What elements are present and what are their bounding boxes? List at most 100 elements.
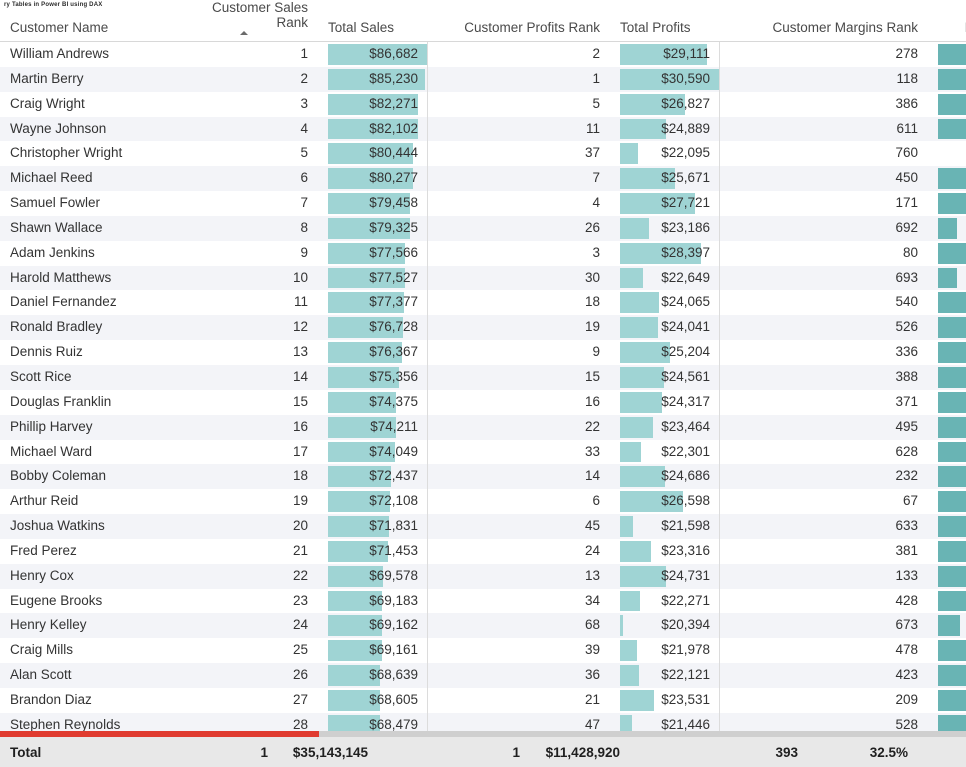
cell-total-profits: $22,649 [610,265,730,291]
cell-customer-profits-rank: 15 [438,364,610,390]
header-row: Customer Name Customer Sales Rank Total … [0,0,966,42]
column-header-profit-margins[interactable]: Profit Margins [928,0,966,42]
table-row[interactable]: Brandon Diaz27 $68,605 21 $23,531 209 34.3% [0,687,966,713]
cell-customer-name: Henry Kelley [0,613,170,639]
cell-total-profits-value: $24,889 [661,120,710,136]
cell-total-profits: $23,316 [610,538,730,564]
cell-total-sales: $69,161 [318,638,438,664]
cell-customer-margins-rank: 478 [730,638,928,664]
table-row[interactable]: Bobby Coleman18 $72,437 14 $24,686 232 34.1% [0,464,966,490]
cell-profit-margins-value: 36.9% [938,489,966,514]
table-row[interactable]: Joshua Watkins20 $71,831 45 $21,598 633 30.1% [0,514,966,539]
cell-profit-margins: 30.1% [928,514,966,539]
cell-customer-sales-rank: 12 [170,315,318,341]
cell-customer-margins-rank: 495 [730,414,928,440]
table-row[interactable]: Ronald Bradley12 $76,728 19 $24,041 526 31.3% [0,315,966,341]
cell-customer-name: Adam Jenkins [0,240,170,266]
cell-customer-profits-rank: 6 [438,489,610,515]
table-row[interactable]: Arthur Reid19 $72,108 6 $26,598 67 36.9% [0,489,966,515]
table-body: William Andrews1$86,6822$29,11127833.6%M… [0,41,966,763]
cell-profit-margins: 34.3% [928,687,966,713]
cell-total-sales-value: $77,377 [369,294,418,310]
column-header-customer-profits-rank[interactable]: Customer Profits Rank [438,0,610,42]
cell-total-profits-value: $28,397 [661,244,710,260]
cell-customer-margins-rank: 336 [730,340,928,365]
cell-profit-margins: 34.1% [928,464,966,490]
table-row[interactable]: Scott Rice14 $75,356 15 $24,561 388 32.6% [0,364,966,390]
table-row[interactable]: Henry Kelley24 $69,162 68 $20,394 673 29.5% [0,613,966,639]
cell-customer-sales-rank: 5 [170,141,318,167]
cell-total-profits-value: $22,121 [661,667,710,683]
cell-customer-profits-rank: 4 [438,191,610,216]
table-row[interactable]: Henry Cox22 $69,578 13 $24,731 133 35.5% [0,563,966,589]
cell-total-sales-value: $72,108 [369,493,418,509]
cell-customer-profits-rank: 68 [438,613,610,639]
table-row[interactable]: Daniel Fernandez11 $77,377 18 $24,065 540 31.… [0,290,966,316]
cell-total-sales: $80,277 [318,166,438,192]
cell-customer-name: Phillip Harvey [0,414,170,440]
table-row[interactable]: William Andrews1 $86,682 2 $29,111 278 33.6% [0,41,966,67]
table-row[interactable]: Harold Matthews10 $77,527 30 $22,649 693 29.2… [0,265,966,291]
total-customer-profits-rank: 1 [512,744,520,760]
column-header-customer-margins-rank[interactable]: Customer Margins Rank [730,0,928,42]
table-row[interactable]: Fred Perez21 $71,453 24 $23,316 381 32.6% [0,538,966,564]
table-row[interactable]: Craig Wright3 $82,271 5 $26,827 386 32.6% [0,91,966,117]
cell-total-sales-value: $79,458 [369,195,418,211]
cell-total-sales: $74,375 [318,389,438,415]
cell-customer-name: Samuel Fowler [0,191,170,216]
cell-customer-margins-rank: 760 [730,141,928,167]
cell-customer-name: Michael Ward [0,439,170,465]
cell-customer-name: Douglas Franklin [0,389,170,415]
cell-customer-profits-rank: 21 [438,687,610,713]
table-row[interactable]: Wayne Johnson4 $82,102 11 $24,889 611 30.3% [0,116,966,142]
cell-total-profits: $21,598 [610,514,730,539]
cell-customer-sales-rank: 23 [170,588,318,614]
table-row[interactable]: Shawn Wallace8 $79,325 26 $23,186 692 29.2% [0,215,966,241]
cell-profit-margins-value: 32.2% [938,663,966,688]
table-row[interactable]: Dennis Ruiz13 $76,367 9 $25,204 336 33.0% [0,340,966,365]
cell-customer-name: Fred Perez [0,538,170,564]
cell-profit-margins-value: 29.5% [938,613,966,638]
cell-customer-sales-rank: 17 [170,439,318,465]
cell-total-sales: $82,102 [318,116,438,142]
cell-total-profits-value: $24,065 [661,294,710,310]
cell-total-sales-value: $86,682 [369,46,418,61]
video-progress-bar[interactable] [0,731,966,737]
cell-profit-margins: 29.2% [928,215,966,241]
cell-customer-profits-rank: 34 [438,588,610,614]
cell-total-sales: $74,211 [318,414,438,440]
cell-total-sales: $77,377 [318,290,438,316]
cell-profit-margins-value: 34.3% [938,688,966,713]
cell-total-profits: $30,590 [610,66,730,92]
cell-customer-name: Wayne Johnson [0,116,170,142]
cell-profit-margins-value: 32.6% [938,539,966,564]
column-header-total-sales[interactable]: Total Sales [318,0,438,42]
table-row[interactable]: Eugene Brooks23 $69,183 34 $22,271 428 32.2% [0,588,966,614]
cell-profit-margins: 35.9% [928,66,966,92]
cell-customer-name: Dennis Ruiz [0,340,170,365]
cell-customer-profits-rank: 16 [438,389,610,415]
table-row[interactable]: Adam Jenkins9 $77,566 3 $28,397 80 36.6% [0,240,966,266]
table-row[interactable]: Alan Scott26 $68,639 36 $22,121 423 32.2% [0,663,966,688]
table-row[interactable]: Martin Berry2 $85,230 1 $30,590 118 35.9% [0,66,966,92]
cell-customer-name: Joshua Watkins [0,514,170,539]
cell-profit-margins-value: 31.1% [938,290,966,315]
table-row[interactable]: Michael Reed6 $80,277 7 $25,671 450 32.0% [0,166,966,192]
table-row[interactable]: Craig Mills25 $69,161 39 $21,978 478 31.8% [0,638,966,664]
table-row[interactable]: Phillip Harvey16 $74,211 22 $23,464 495 31.6% [0,414,966,440]
cell-total-profits-value: $24,561 [661,368,710,384]
cell-customer-profits-rank: 39 [438,638,610,664]
table-row[interactable]: Douglas Franklin15 $74,375 16 $24,317 371 32.… [0,389,966,415]
cell-customer-sales-rank: 15 [170,389,318,415]
table-row[interactable]: Samuel Fowler7 $79,458 4 $27,721 171 34.9% [0,191,966,216]
cell-profit-margins-value: 27.5% [938,141,966,166]
cell-profit-margins-value: 33.6% [938,42,966,67]
cell-total-sales-value: $77,566 [369,244,418,260]
table-row[interactable]: Michael Ward17 $74,049 33 $22,301 628 30.1% [0,439,966,465]
column-header-customer-sales-rank[interactable]: Customer Sales Rank [170,0,318,42]
table-row[interactable]: Christopher Wright5 $80,444 37 $22,095 760 27… [0,141,966,167]
column-header-total-profits[interactable]: Total Profits [610,0,730,42]
cell-customer-sales-rank: 4 [170,116,318,142]
cell-total-profits-value: $23,316 [661,542,710,558]
cell-total-sales-value: $71,453 [369,542,418,558]
